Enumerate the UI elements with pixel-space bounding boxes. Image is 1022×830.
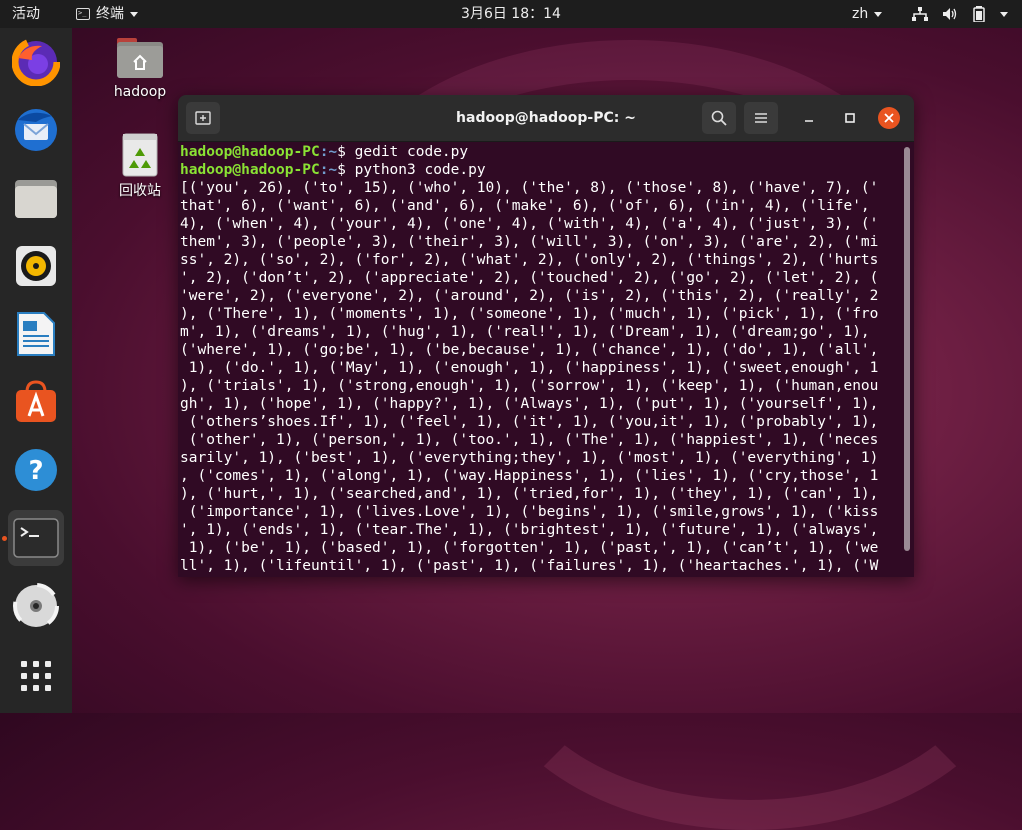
- prompt-symbol: $: [337, 144, 355, 160]
- output-line: ('where', 1), ('go;be', 1), ('be,because…: [180, 342, 879, 358]
- dock: ?: [0, 28, 72, 713]
- output-line: 1), ('be', 1), ('based', 1), ('forgotten…: [180, 540, 879, 556]
- search-button[interactable]: [702, 102, 736, 134]
- close-icon: [884, 113, 894, 123]
- output-line: ), ('trials', 1), ('strong,enough', 1), …: [180, 378, 879, 394]
- prompt-user: hadoop@hadoop-PC: [180, 162, 320, 178]
- app-menu-label: 终端: [96, 6, 124, 22]
- output-line: m', 1), ('dreams', 1), ('hug', 1), ('rea…: [180, 324, 870, 340]
- terminal-icon: >_: [76, 8, 90, 20]
- chevron-down-icon: [1000, 11, 1008, 17]
- output-line: ('importance', 1), ('lives.Love', 1), ('…: [180, 504, 879, 520]
- dock-rhythmbox[interactable]: [8, 238, 64, 294]
- chevron-down-icon: [874, 11, 883, 17]
- output-line: that', 6), ('want', 6), ('and', 6), ('ma…: [180, 198, 870, 214]
- prompt-path: :~: [319, 144, 338, 160]
- output-line: sarily', 1), ('best', 1), ('everything;t…: [180, 450, 879, 466]
- top-bar: 活动 >_ 终端 3月6日 18：14 zh: [0, 0, 1022, 28]
- trash-icon: [122, 133, 158, 177]
- new-tab-icon: [195, 111, 211, 125]
- output-line: them', 3), ('people', 3), ('their', 3), …: [180, 234, 879, 250]
- output-line: 'were', 2), ('everyone', 2), ('around', …: [180, 288, 879, 304]
- prompt-path: :~: [319, 162, 338, 178]
- dock-show-applications[interactable]: [8, 648, 64, 704]
- clock-label[interactable]: 3月6日 18：14: [461, 6, 561, 22]
- terminal-icon: [13, 518, 59, 558]
- battery-icon: [973, 6, 985, 22]
- files-icon: [15, 180, 57, 218]
- help-icon: ?: [15, 449, 57, 491]
- dock-thunderbird[interactable]: [8, 102, 64, 158]
- ubuntu-software-icon: [16, 380, 56, 422]
- terminal-scrollbar[interactable]: [904, 147, 910, 551]
- desktop-home-folder[interactable]: hadoop: [100, 36, 180, 100]
- output-line: ('others’shoes.If', 1), ('feel', 1), ('i…: [180, 414, 879, 430]
- desktop-home-label: hadoop: [113, 84, 167, 100]
- output-line: ll', 1), ('lifeuntil', 1), ('past', 1), …: [180, 558, 879, 573]
- running-indicator: [2, 536, 7, 541]
- prompt-symbol: $: [337, 162, 355, 178]
- home-folder-icon: [117, 38, 163, 78]
- prompt-line: hadoop@hadoop-PC:~$ python3 code.py: [180, 161, 902, 179]
- dock-terminal[interactable]: [8, 510, 64, 566]
- dock-help[interactable]: ?: [8, 442, 64, 498]
- activities-button[interactable]: 活动: [12, 0, 40, 28]
- dvd-icon: [13, 583, 59, 629]
- menu-button[interactable]: [744, 102, 778, 134]
- rhythmbox-icon: [16, 246, 56, 286]
- new-tab-button[interactable]: [186, 102, 220, 134]
- dock-firefox[interactable]: [8, 34, 64, 90]
- app-menu[interactable]: >_ 终端: [76, 0, 138, 28]
- output-line: ', 2), ('don’t', 2), ('appreciate', 2), …: [180, 270, 879, 286]
- minimize-icon: [805, 120, 813, 122]
- terminal-headerbar[interactable]: hadoop@hadoop-PC: ~: [178, 95, 914, 142]
- input-method-label: zh: [852, 6, 869, 22]
- maximize-button[interactable]: [839, 107, 861, 129]
- output-line: , ('comes', 1), ('along', 1), ('way.Happ…: [180, 468, 879, 484]
- dock-files[interactable]: [8, 170, 64, 226]
- desktop-trash[interactable]: 回收站: [100, 132, 180, 200]
- prompt-user: hadoop@hadoop-PC: [180, 144, 320, 160]
- output-line: gh', 1), ('hope', 1), ('happy?', 1), ('A…: [180, 396, 879, 412]
- thunderbird-icon: [15, 109, 57, 151]
- output-line: 4), ('when', 4), ('your', 4), ('one', 4)…: [180, 216, 879, 232]
- dock-writer[interactable]: [8, 306, 64, 362]
- output-line: ), ('There', 1), ('moments', 1), ('someo…: [180, 306, 879, 322]
- minimize-button[interactable]: [798, 107, 820, 129]
- output-line: [('you', 26), ('to', 15), ('who', 10), (…: [180, 180, 879, 196]
- terminal-window: hadoop@hadoop-PC: ~ hadoop@hadoop-PC:~$ …: [178, 95, 914, 577]
- output-line: ), ('hurt,', 1), ('searched,and', 1), ('…: [180, 486, 879, 502]
- network-icon: [912, 7, 928, 21]
- input-method-menu[interactable]: zh: [852, 0, 883, 28]
- output-line: ', 1), ('ends', 1), ('tear.The', 1), ('b…: [180, 522, 879, 538]
- prompt-line: hadoop@hadoop-PC:~$ gedit code.py: [180, 143, 902, 161]
- firefox-icon: [12, 38, 60, 86]
- output-line: ('other', 1), ('person,', 1), ('too.', 1…: [180, 432, 879, 448]
- system-tray[interactable]: [912, 0, 1008, 28]
- dock-software[interactable]: [8, 374, 64, 430]
- libreoffice-writer-icon: [17, 312, 55, 356]
- output-line: 1), ('do.', 1), ('May', 1), ('enough', 1…: [180, 360, 879, 376]
- hamburger-icon: [755, 113, 767, 123]
- terminal-output[interactable]: hadoop@hadoop-PC:~$ gedit code.py hadoop@…: [180, 143, 902, 573]
- dock-dvd[interactable]: [8, 578, 64, 634]
- volume-icon: [943, 8, 957, 20]
- command-text: python3 code.py: [354, 162, 486, 178]
- show-applications-icon: [21, 661, 51, 691]
- search-icon: [711, 110, 727, 126]
- output-line: ss', 2), ('so', 2), ('for', 2), ('what',…: [180, 252, 879, 268]
- close-button[interactable]: [878, 107, 900, 129]
- command-text: gedit code.py: [354, 144, 469, 160]
- chevron-down-icon: [130, 11, 138, 17]
- desktop-trash-label: 回收站: [119, 183, 161, 199]
- maximize-icon: [845, 113, 855, 123]
- svg-text:?: ?: [28, 456, 43, 486]
